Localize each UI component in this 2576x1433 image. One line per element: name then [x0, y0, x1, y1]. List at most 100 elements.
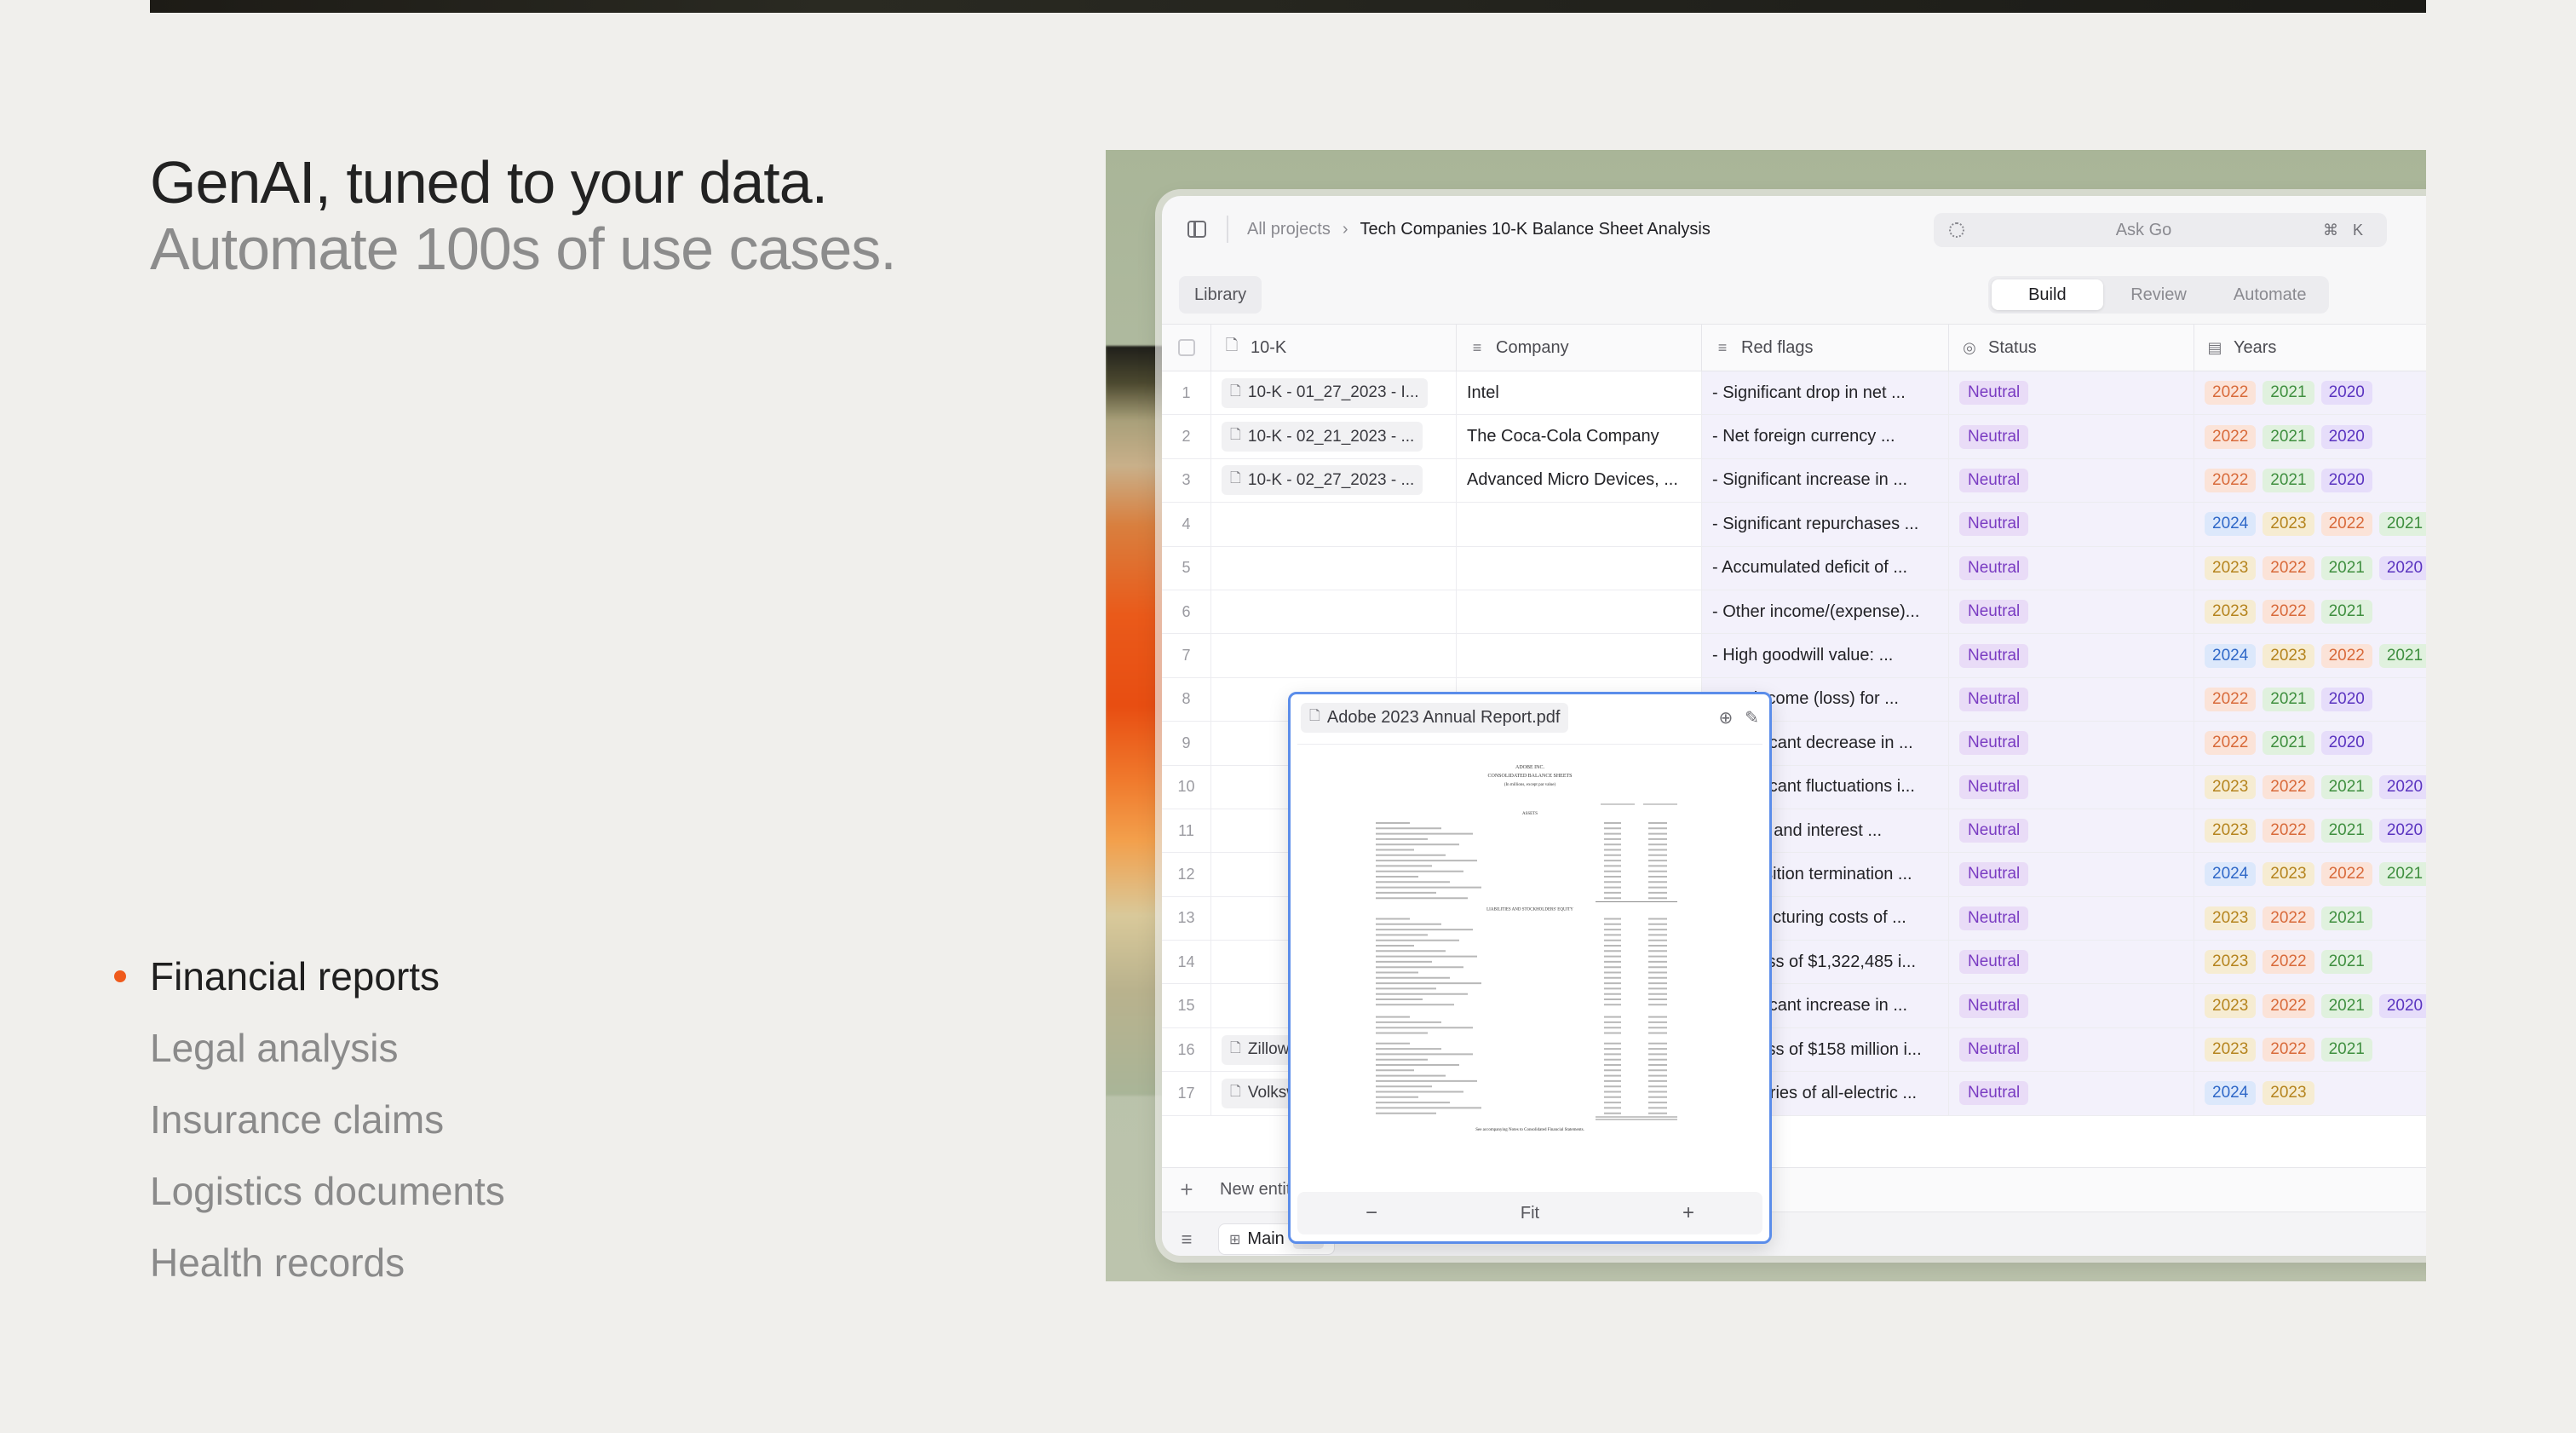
- cell-red-flags[interactable]: - Significant increase in ...: [1702, 458, 1949, 503]
- column-header-status[interactable]: ◎ Status: [1949, 325, 2194, 371]
- cell-status[interactable]: Neutral: [1949, 371, 2194, 415]
- cell-years[interactable]: 2023 2022 2021: [2194, 896, 2426, 941]
- breadcrumb-all-projects[interactable]: All projects: [1247, 220, 1331, 239]
- cell-status[interactable]: Neutral: [1949, 941, 2194, 984]
- cell-company[interactable]: [1457, 546, 1702, 590]
- cell-red-flags[interactable]: - Significant repurchases ...: [1702, 503, 1949, 546]
- table-row[interactable]: 5 - Accumulated deficit of ... Neutral 2023…: [1162, 546, 2426, 590]
- cell-status[interactable]: Neutral: [1949, 722, 2194, 765]
- cell-years[interactable]: 2023 2022 2021 2020: [2194, 546, 2426, 590]
- cell-status[interactable]: Neutral: [1949, 896, 2194, 941]
- cell-company[interactable]: Intel: [1457, 371, 1702, 415]
- column-header-red-flags[interactable]: ≡ Red flags: [1702, 325, 1949, 371]
- use-case-item[interactable]: Insurance claims: [150, 1084, 505, 1155]
- select-all-checkbox[interactable]: [1177, 339, 1195, 356]
- cell-years[interactable]: 2022 2021 2020: [2194, 677, 2426, 722]
- year-tag: 2022: [2263, 1038, 2314, 1062]
- cell-status[interactable]: Neutral: [1949, 503, 2194, 546]
- column-header-company[interactable]: ≡ Company: [1457, 325, 1702, 371]
- cell-status[interactable]: Neutral: [1949, 677, 2194, 722]
- cell-years[interactable]: 2022 2021 2020: [2194, 458, 2426, 503]
- cell-status[interactable]: Neutral: [1949, 590, 2194, 634]
- column-header-years[interactable]: ▤ Years: [2194, 325, 2426, 371]
- cell-years[interactable]: 2022 2021 2020: [2194, 722, 2426, 765]
- cell-10k[interactable]: 🗋 10-K - 02_27_2023 - ...: [1211, 458, 1457, 503]
- document-chip[interactable]: 🗋 10-K - 01_27_2023 - I...: [1222, 377, 1428, 408]
- column-header-10k[interactable]: 🗋 10-K: [1211, 325, 1457, 371]
- cell-10k[interactable]: [1211, 546, 1457, 590]
- cell-years[interactable]: 2024 2023 2022 2021: [2194, 853, 2426, 896]
- ask-go-search[interactable]: Ask Go ⌘ K: [1934, 213, 2387, 247]
- cell-status[interactable]: Neutral: [1949, 546, 2194, 590]
- cell-years[interactable]: 2024 2023: [2194, 1072, 2426, 1115]
- download-icon[interactable]: ⊕: [1718, 707, 1733, 728]
- cell-10k[interactable]: [1211, 590, 1457, 634]
- cell-years[interactable]: 2023 2022 2021 2020: [2194, 809, 2426, 853]
- tab-automate[interactable]: Automate: [2214, 279, 2326, 310]
- filter-icon[interactable]: ≡: [1162, 1229, 1211, 1251]
- status-badge: Neutral: [1959, 643, 2029, 668]
- cell-red-flags[interactable]: - Net foreign currency ...: [1702, 415, 1949, 458]
- zoom-out-button[interactable]: −: [1366, 1201, 1377, 1225]
- year-tag: 2021: [2320, 906, 2372, 930]
- sidebar-toggle-icon[interactable]: [1187, 221, 1206, 238]
- cell-status[interactable]: Neutral: [1949, 1027, 2194, 1072]
- table-row[interactable]: 1 🗋 10-K - 01_27_2023 - I... Intel - Signifi…: [1162, 371, 2426, 416]
- cell-status[interactable]: Neutral: [1949, 765, 2194, 809]
- cell-10k[interactable]: [1211, 503, 1457, 546]
- document-chip[interactable]: 🗋 10-K - 02_27_2023 - ...: [1222, 465, 1423, 496]
- header-divider: [1227, 216, 1228, 243]
- year-tag: 2023: [2205, 1038, 2257, 1062]
- cell-status[interactable]: Neutral: [1949, 458, 2194, 503]
- tab-review[interactable]: Review: [2103, 279, 2215, 310]
- cell-years[interactable]: 2023 2022 2021 2020: [2194, 984, 2426, 1027]
- cell-years[interactable]: 2022 2021 2020: [2194, 371, 2426, 415]
- cell-status[interactable]: Neutral: [1949, 809, 2194, 853]
- top-image-strip: [150, 0, 2426, 13]
- cell-status[interactable]: Neutral: [1949, 1072, 2194, 1115]
- table-row[interactable]: 4 - Significant repurchases ... Neutral 202…: [1162, 503, 2426, 547]
- cell-status[interactable]: Neutral: [1949, 415, 2194, 458]
- cell-red-flags[interactable]: - Other income/(expense)...: [1702, 590, 1949, 634]
- cell-years[interactable]: 2024 2023 2022 2021: [2194, 503, 2426, 546]
- pdf-page-view[interactable]: ADOBE INC. CONSOLIDATED BALANCE SHEETS (In…: [1297, 744, 1762, 1187]
- cell-years[interactable]: 2023 2022 2021: [2194, 590, 2426, 634]
- table-row[interactable]: 3 🗋 10-K - 02_27_2023 - ... Advanced Micro …: [1162, 458, 2426, 504]
- pdf-file-name: Adobe 2023 Annual Report.pdf: [1326, 707, 1561, 727]
- table-row[interactable]: 6- Other income/(expense)... Neutral 2023 2…: [1162, 590, 2426, 635]
- table-row[interactable]: 7- High goodwill value: ... Neutral 2024 20…: [1162, 634, 2426, 678]
- use-case-item[interactable]: Financial reports: [114, 941, 505, 1012]
- document-chip[interactable]: 🗋 10-K - 02_21_2023 - ...: [1222, 422, 1423, 452]
- cell-company[interactable]: The Coca-Cola Company: [1457, 415, 1702, 458]
- cell-10k[interactable]: [1211, 634, 1457, 677]
- library-button[interactable]: Library: [1179, 276, 1262, 314]
- cell-years[interactable]: 2024 2023 2022 2021: [2194, 634, 2426, 677]
- cell-company[interactable]: [1457, 590, 1702, 634]
- cell-years[interactable]: 2023 2022 2021 2020: [2194, 765, 2426, 809]
- cell-years[interactable]: 2023 2022 2021: [2194, 1027, 2426, 1072]
- cell-red-flags[interactable]: - Accumulated deficit of ...: [1702, 546, 1949, 590]
- cell-company[interactable]: [1457, 634, 1702, 677]
- use-case-item[interactable]: Health records: [150, 1227, 505, 1298]
- cell-years[interactable]: 2022 2021 2020: [2194, 415, 2426, 458]
- cell-status[interactable]: Neutral: [1949, 853, 2194, 896]
- year-tag: 2021: [2263, 687, 2314, 711]
- cell-status[interactable]: Neutral: [1949, 984, 2194, 1027]
- cell-years[interactable]: 2023 2022 2021: [2194, 941, 2426, 984]
- cell-10k[interactable]: 🗋 10-K - 01_27_2023 - I...: [1211, 371, 1457, 415]
- fit-button[interactable]: Fit: [1521, 1204, 1539, 1223]
- tab-build[interactable]: Build: [1992, 279, 2103, 310]
- cell-10k[interactable]: 🗋 10-K - 02_21_2023 - ...: [1211, 415, 1457, 458]
- cell-status[interactable]: Neutral: [1949, 634, 2194, 677]
- row-number: 9: [1162, 722, 1211, 765]
- cell-red-flags[interactable]: - Significant drop in net ...: [1702, 371, 1949, 415]
- cell-red-flags[interactable]: - High goodwill value: ...: [1702, 634, 1949, 677]
- edit-icon[interactable]: ✎: [1745, 707, 1759, 728]
- pdf-file-chip[interactable]: 🗋 Adobe 2023 Annual Report.pdf: [1301, 702, 1569, 733]
- use-case-item[interactable]: Logistics documents: [150, 1155, 505, 1227]
- zoom-in-button[interactable]: +: [1682, 1201, 1694, 1225]
- table-row[interactable]: 2 🗋 10-K - 02_21_2023 - ... The Coca-Cola C…: [1162, 415, 2426, 459]
- cell-company[interactable]: Advanced Micro Devices, ...: [1457, 458, 1702, 503]
- cell-company[interactable]: [1457, 503, 1702, 546]
- use-case-item[interactable]: Legal analysis: [150, 1012, 505, 1084]
